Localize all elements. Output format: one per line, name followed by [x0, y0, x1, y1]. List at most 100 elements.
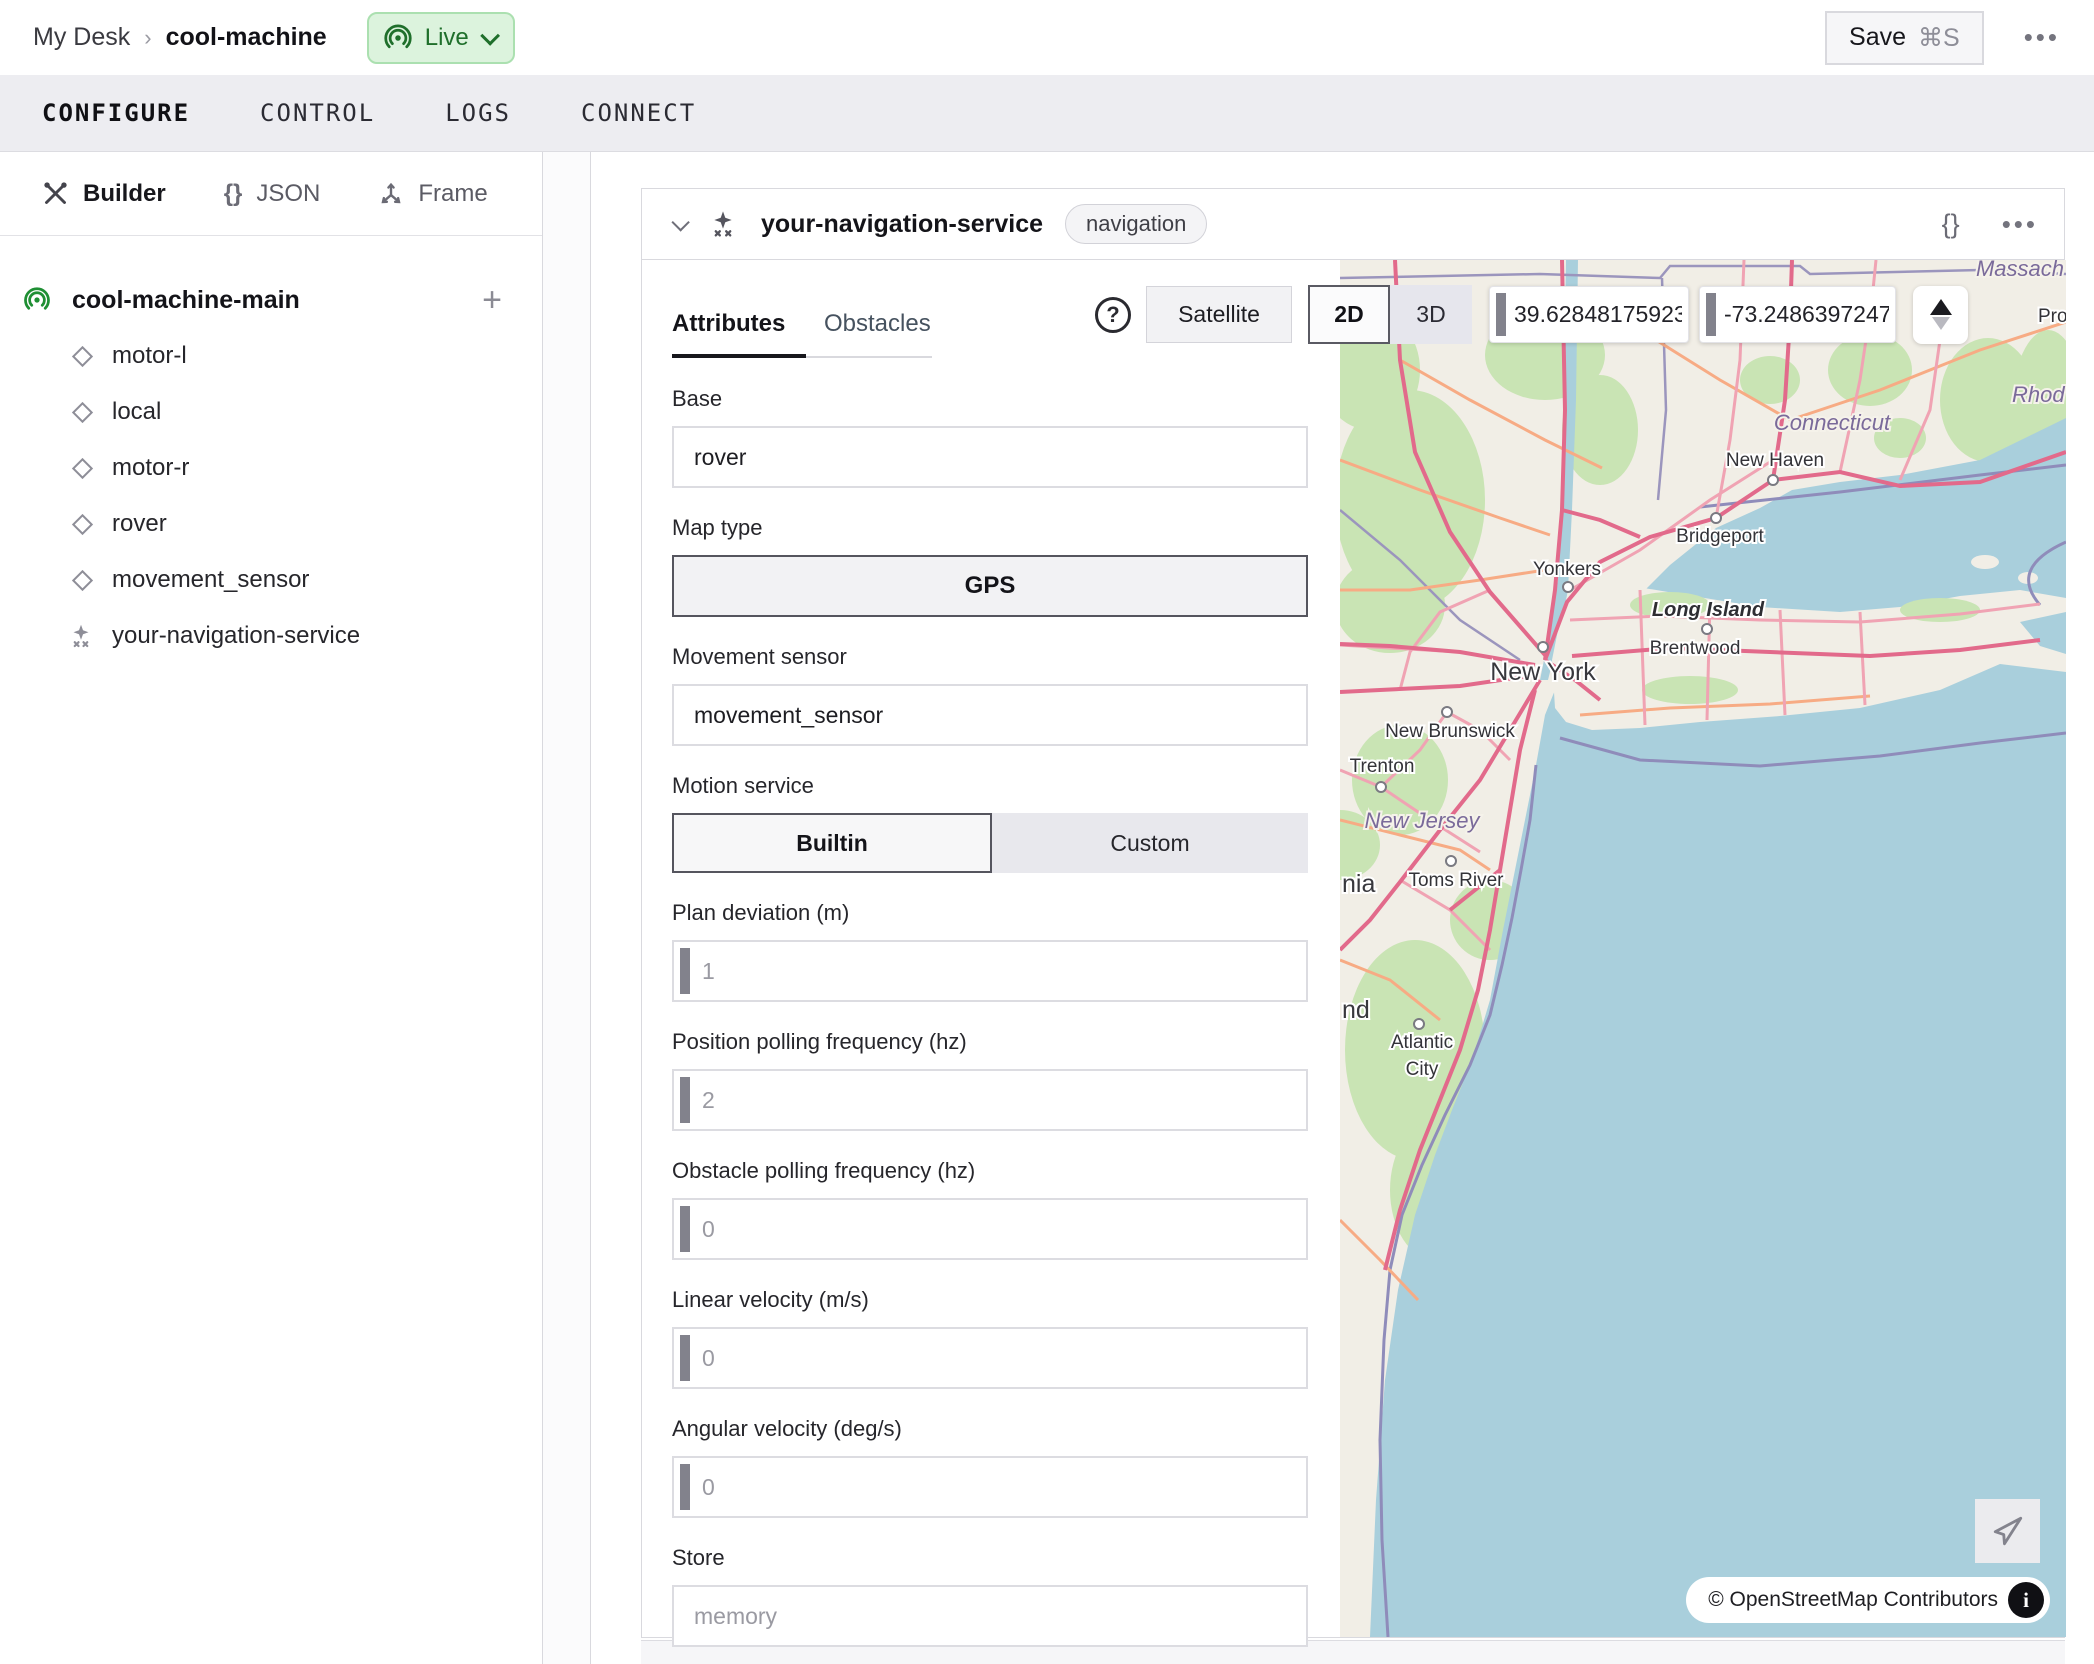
code-icon[interactable]: {} — [1942, 209, 1960, 240]
component-diamond-icon — [72, 457, 93, 478]
breadcrumb: My Desk › cool-machine Live — [33, 12, 515, 64]
store-field: Store — [672, 1545, 1308, 1647]
main-config-area: your-navigation-service navigation {} ••… — [591, 152, 2094, 1664]
breadcrumb-separator-icon: › — [144, 25, 151, 51]
tab-connect[interactable]: CONNECT — [581, 93, 696, 133]
svg-text:New Haven: New Haven — [1726, 450, 1824, 471]
help-icon[interactable]: ? — [1095, 297, 1131, 333]
service-icon — [707, 208, 739, 240]
collapse-chevron-icon[interactable] — [671, 213, 689, 231]
base-field: Base — [672, 386, 1308, 488]
builder-label: Builder — [83, 180, 166, 208]
tab-control[interactable]: CONTROL — [260, 93, 375, 133]
base-input[interactable] — [672, 426, 1308, 488]
view-2d-button[interactable]: 2D — [1308, 285, 1390, 344]
view-3d-button[interactable]: 3D — [1390, 285, 1472, 344]
longitude-drag-handle[interactable] — [1706, 293, 1716, 336]
tree-item-label: your-navigation-service — [112, 622, 360, 650]
position-polling-drag-handle[interactable] — [680, 1077, 690, 1123]
position-polling-input[interactable] — [690, 1077, 1300, 1123]
latitude-input[interactable] — [1506, 301, 1682, 328]
tree-root-label: cool-machine-main — [72, 286, 462, 315]
frame-axes-icon — [378, 181, 404, 207]
obstacle-polling-label: Obstacle polling frequency (hz) — [672, 1158, 1308, 1184]
tree-item-local[interactable]: local — [0, 384, 542, 440]
service-title: your-navigation-service — [761, 210, 1043, 239]
store-label: Store — [672, 1545, 1308, 1571]
angular-velocity-drag-handle[interactable] — [680, 1464, 690, 1510]
svg-text:Connecticut: Connecticut — [1774, 410, 1891, 435]
plan-deviation-input[interactable] — [690, 948, 1300, 994]
panel-tabs: Attributes Obstacles — [672, 300, 932, 358]
linear-velocity-drag-handle[interactable] — [680, 1335, 690, 1381]
tree-item-motor-r[interactable]: motor-r — [0, 440, 542, 496]
view-mode-frame[interactable]: Frame — [378, 180, 487, 208]
locate-button[interactable] — [1975, 1499, 2040, 1563]
card-more-menu-icon[interactable]: ••• — [2002, 209, 2038, 240]
navigation-map[interactable]: MassachProRhodConnecticutNew HavenBridge… — [1340, 260, 2066, 1637]
tree-item-label: rover — [112, 510, 167, 538]
attribution-text: © OpenStreetMap Contributors — [1708, 1588, 1998, 1612]
card-header: your-navigation-service navigation {} ••… — [642, 189, 2064, 260]
store-input[interactable] — [672, 1585, 1308, 1647]
longitude-field — [1699, 286, 1896, 343]
stepper-down-icon[interactable] — [1932, 317, 1950, 330]
card-body: MassachProRhodConnecticutNew HavenBridge… — [642, 260, 2064, 1637]
svg-text:Massach: Massach — [1976, 260, 2064, 281]
service-type-badge: navigation — [1065, 204, 1207, 244]
latitude-field — [1489, 286, 1689, 343]
map-type-gps-button[interactable]: GPS — [672, 555, 1308, 617]
latitude-drag-handle[interactable] — [1496, 293, 1506, 336]
map-svg: MassachProRhodConnecticutNew HavenBridge… — [1340, 260, 2066, 1637]
obstacle-polling-input[interactable] — [690, 1206, 1300, 1252]
angular-velocity-input[interactable] — [690, 1464, 1300, 1510]
svg-text:Pro: Pro — [2038, 306, 2066, 327]
tree-item-motor-l[interactable]: motor-l — [0, 328, 542, 384]
svg-text:Rhod: Rhod — [2012, 382, 2065, 407]
save-button[interactable]: Save ⌘S — [1825, 11, 1984, 65]
breadcrumb-current: cool-machine — [166, 23, 327, 52]
svg-text:nd: nd — [1342, 996, 1370, 1024]
more-menu-icon[interactable]: ••• — [2024, 22, 2060, 53]
add-component-icon[interactable]: + — [482, 283, 502, 317]
svg-text:New Brunswick: New Brunswick — [1385, 721, 1515, 742]
breadcrumb-root[interactable]: My Desk — [33, 23, 130, 52]
component-diamond-icon — [72, 401, 93, 422]
live-status-dropdown[interactable]: Live — [367, 12, 515, 64]
tree-item-rover[interactable]: rover — [0, 496, 542, 552]
stepper-up-icon[interactable] — [1930, 299, 1952, 315]
live-label: Live — [425, 24, 469, 52]
longitude-input[interactable] — [1716, 301, 1889, 328]
tree-item-label: local — [112, 398, 161, 426]
machine-tab-bar: CONFIGURE CONTROL LOGS CONNECT — [0, 75, 2094, 152]
tree-root-cool-machine-main[interactable]: cool-machine-main + — [0, 272, 542, 328]
svg-text:Toms River: Toms River — [1408, 870, 1504, 891]
map-type-label: Map type — [672, 515, 1308, 541]
braces-icon: {} — [224, 180, 243, 208]
info-icon[interactable]: i — [2008, 1582, 2044, 1618]
tab-logs[interactable]: LOGS — [445, 93, 511, 133]
motion-builtin-button[interactable]: Builtin — [672, 813, 992, 873]
tab-attributes[interactable]: Attributes — [672, 300, 806, 358]
view-mode-builder[interactable]: Builder — [42, 180, 166, 208]
motion-service-toggle: Builtin Custom — [672, 813, 1308, 873]
config-sidebar: Builder {} JSON Frame — [0, 152, 543, 1664]
map-dimension-toggle: 2D 3D — [1308, 285, 1472, 344]
plan-deviation-label: Plan deviation (m) — [672, 900, 1308, 926]
view-mode-json[interactable]: {} JSON — [224, 180, 321, 208]
linear-velocity-input[interactable] — [690, 1335, 1300, 1381]
movement-sensor-input[interactable] — [672, 684, 1308, 746]
tab-configure[interactable]: CONFIGURE — [42, 93, 190, 133]
obstacle-polling-drag-handle[interactable] — [680, 1206, 690, 1252]
tab-obstacles[interactable]: Obstacles — [806, 300, 932, 358]
angular-velocity-field: Angular velocity (deg/s) — [672, 1416, 1308, 1518]
tree-item-movement-sensor[interactable]: movement_sensor — [0, 552, 542, 608]
svg-text:New Jersey: New Jersey — [1365, 808, 1482, 833]
satellite-toggle-button[interactable]: Satellite — [1146, 286, 1292, 343]
angular-velocity-label: Angular velocity (deg/s) — [672, 1416, 1308, 1442]
linear-velocity-field: Linear velocity (m/s) — [672, 1287, 1308, 1389]
motion-custom-button[interactable]: Custom — [992, 813, 1308, 873]
tree-item-navigation-service[interactable]: your-navigation-service — [0, 608, 542, 664]
plan-deviation-drag-handle[interactable] — [680, 948, 690, 994]
panel-gutter — [543, 152, 591, 1664]
